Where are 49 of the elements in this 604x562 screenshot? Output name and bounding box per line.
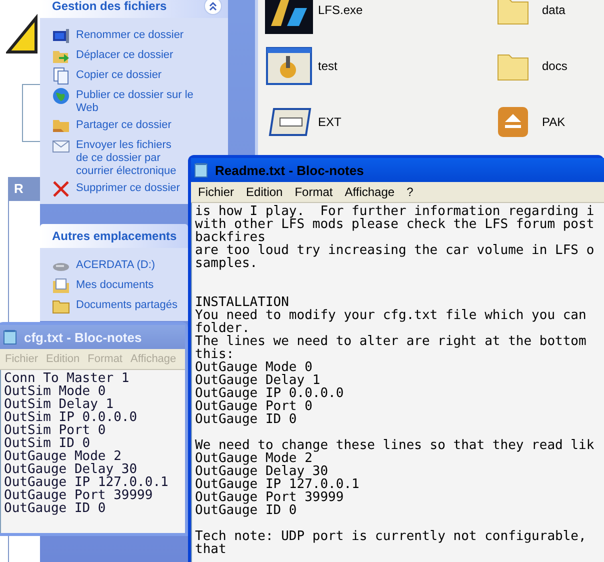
menu-item[interactable]: ? [402, 185, 418, 199]
file-name[interactable]: PAK [542, 115, 566, 129]
window-title: Readme.txt - Bloc-notes [215, 162, 364, 178]
text-paragraph: Conn To Master 1 OutSim Mode 0 OutSim Delay 1 OutSim IP 0.0.0.0 OutSim Port 0 OutSim ID 0 OutGauge Mode 2 OutGauge Delay 30 OutGauge IP 127.0.0.1 OutGauge Port 39999 OutGauge ID 0 [4, 372, 170, 515]
text-paragraph: Tech note: UDP port is currently not configurable, that [195, 530, 588, 556]
menu-item[interactable]: Format [290, 185, 338, 199]
menu-item[interactable]: Edition [241, 185, 288, 199]
task-link[interactable]: Publier ce dossier sur le Web [52, 87, 206, 115]
task-link[interactable]: Copier ce dossier [52, 67, 162, 85]
shared-folder-icon [52, 117, 70, 135]
file-name[interactable]: test [318, 59, 338, 73]
documents-icon [52, 277, 70, 295]
task-link[interactable]: Renommer ce dossier [52, 27, 184, 45]
panel-header[interactable]: Gestion des fichiers [40, 0, 228, 18]
window-icon [52, 27, 70, 45]
task-link[interactable]: Déplacer ce dossier [52, 47, 174, 65]
text-paragraph: INSTALLATION You need to modify your cfg.txt file which you can folder. The lines we need to alter are right at the bottom this: OutGauge Mode 0 OutGauge Delay 1 OutGauge IP 0.0.0.0 OutGauge Port 0 OutGauge ID 0 [195, 294, 588, 426]
folder-icon [496, 0, 530, 27]
delete-icon [52, 180, 70, 198]
task-link[interactable]: Supprimer ce dossier [52, 180, 180, 198]
text-paragraph: We need to change these lines so that they read lik OutGauge Mode 2 OutGauge Delay 30 OutGauge IP 127.0.0.1 OutGauge Port 39999 OutGauge ID 0 [195, 439, 596, 517]
file-name[interactable]: data [542, 3, 566, 17]
warning-icon [6, 14, 38, 54]
notepad-icon [193, 162, 209, 178]
pages-icon [52, 67, 70, 85]
file-name[interactable]: docs [542, 59, 568, 73]
menu-item[interactable]: Fichier [193, 185, 240, 199]
task-link[interactable]: ACERDATA (D:) [52, 257, 156, 275]
notepad-icon [2, 329, 18, 345]
collapse-button[interactable] [204, 0, 222, 15]
panel-title: Autres emplacements [52, 229, 177, 243]
globe-icon [52, 87, 70, 105]
window-title: R [8, 177, 40, 201]
game-icon [265, 0, 313, 34]
task-link[interactable]: Partager ce dossier [52, 117, 172, 135]
file-name[interactable]: EXT [318, 115, 342, 129]
window-icon [266, 107, 312, 137]
text-paragraph: is how I play. For further information regarding i with other LFS mods please check the LFS forum post backfires are too loud try increasing the car volume in LFS o samples. [195, 205, 596, 270]
eject-icon [497, 106, 529, 138]
panel-title: Gestion des fichiers [52, 0, 167, 13]
window-title: cfg.txt - Bloc-notes [24, 330, 142, 344]
task-link[interactable]: Mes documents [52, 277, 154, 295]
gear-window-icon [266, 47, 312, 85]
task-link[interactable]: Documents partagés [52, 297, 178, 315]
file-name[interactable]: LFS.exe [318, 3, 363, 17]
menu-item[interactable]: Affichage [340, 185, 400, 199]
chevron-icon [208, 1, 218, 11]
panel-header[interactable]: Autres emplacements [40, 224, 188, 248]
task-link[interactable]: Envoyer les fichiers de ce dossier par courrier électronique [52, 137, 186, 178]
